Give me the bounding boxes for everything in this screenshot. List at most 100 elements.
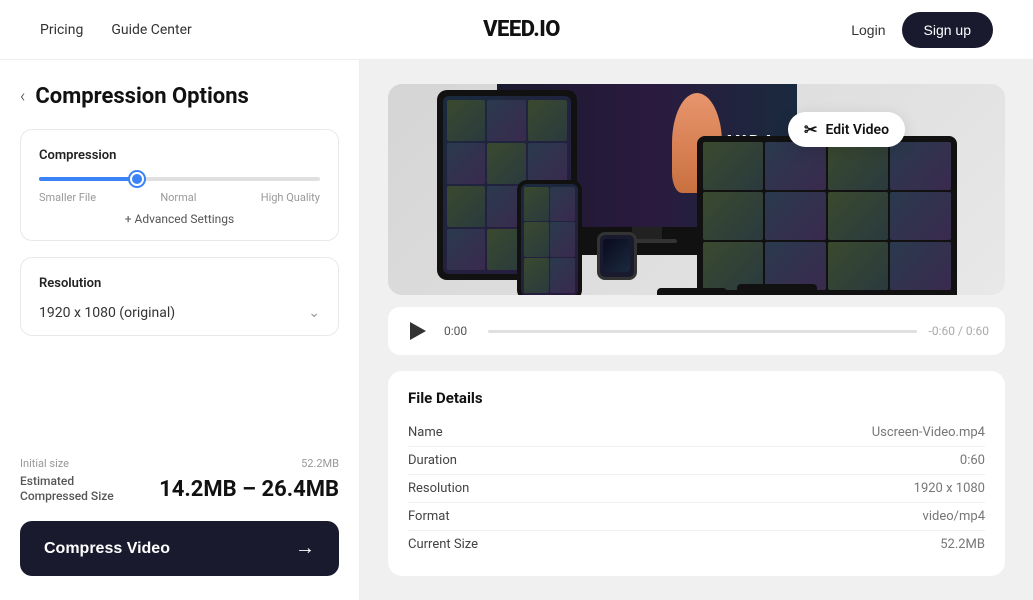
grid-thumb <box>765 192 826 240</box>
grid-thumb <box>890 192 951 240</box>
device-laptop <box>697 136 957 296</box>
chevron-down-icon: ⌄ <box>308 305 320 321</box>
slider-thumb[interactable] <box>130 172 144 186</box>
device-laptop-screen <box>697 136 957 296</box>
grid-thumb <box>703 242 764 290</box>
label-normal: Normal <box>160 191 196 204</box>
video-controls: 0:00 -0:60 / 0:60 <box>388 307 1005 355</box>
resolution-select[interactable]: 1920 x 1080 (original) ⌄ <box>39 305 320 321</box>
file-details-title: File Details <box>408 389 985 407</box>
detail-row: Format video/mp4 <box>408 503 985 531</box>
grid-thumb <box>447 143 486 184</box>
compressed-row: Estimated Compressed Size 14.2MB – 26.4M… <box>20 474 339 505</box>
edit-video-badge[interactable]: ✂ Edit Video <box>788 112 905 147</box>
device-watch-screen <box>603 239 630 273</box>
resolution-label: Resolution <box>39 276 320 291</box>
grid-thumb <box>890 242 951 290</box>
nav-right: Login Sign up <box>851 12 993 48</box>
grid-thumb <box>524 258 549 293</box>
detail-key: Resolution <box>408 481 469 496</box>
time-end: -0:60 / 0:60 <box>929 324 990 338</box>
initial-size-value: 52.2MB <box>301 457 339 470</box>
grid-thumb <box>487 100 526 141</box>
device-watch <box>597 232 637 280</box>
grid-thumb <box>447 186 486 227</box>
detail-value: video/mp4 <box>923 509 985 524</box>
right-panel: VIDA <box>360 60 1033 600</box>
compressed-value: 14.2MB – 26.4MB <box>159 477 339 502</box>
grid-thumb <box>703 142 764 190</box>
back-header: ‹ Compression Options <box>20 84 339 109</box>
nav-guide[interactable]: Guide Center <box>111 22 191 38</box>
nav-logo: VEED.IO <box>483 17 560 42</box>
grid-thumb <box>828 192 889 240</box>
label-high-quality: High Quality <box>261 191 320 204</box>
slider-fill <box>39 177 137 181</box>
compressed-label: Estimated Compressed Size <box>20 474 114 505</box>
detail-row: Current Size 52.2MB <box>408 531 985 558</box>
stats-section: Initial size 52.2MB Estimated Compressed… <box>20 449 339 576</box>
detail-row: Name Uscreen-Video.mp4 <box>408 419 985 447</box>
detail-key: Duration <box>408 453 457 468</box>
progress-bar[interactable] <box>488 330 917 333</box>
page-title: Compression Options <box>35 84 248 109</box>
video-devices-bg: VIDA <box>388 84 1005 295</box>
play-icon <box>410 322 426 340</box>
compress-video-button[interactable]: Compress Video → <box>20 521 339 576</box>
advanced-settings[interactable]: + Advanced Settings <box>39 212 320 226</box>
nav-pricing[interactable]: Pricing <box>40 22 83 38</box>
detail-value: 0:60 <box>960 453 985 468</box>
resolution-card: Resolution 1920 x 1080 (original) ⌄ <box>20 257 339 336</box>
grid-thumb <box>550 187 575 222</box>
grid-thumb <box>550 258 575 293</box>
initial-size-row: Initial size 52.2MB <box>20 457 339 470</box>
detail-value: Uscreen-Video.mp4 <box>872 425 985 440</box>
detail-row: Resolution 1920 x 1080 <box>408 475 985 503</box>
resolution-value: 1920 x 1080 (original) <box>39 305 175 321</box>
device-box-2 <box>737 284 817 296</box>
grid-thumb <box>550 222 575 257</box>
detail-value: 1920 x 1080 <box>914 481 985 496</box>
signup-button[interactable]: Sign up <box>902 12 993 48</box>
scissors-icon: ✂ <box>804 120 817 139</box>
grid-thumb <box>447 100 486 141</box>
compress-btn-label: Compress Video <box>44 540 170 558</box>
grid-thumb <box>765 142 826 190</box>
edit-video-label: Edit Video <box>825 122 889 138</box>
grid-thumb <box>703 192 764 240</box>
slider-track[interactable] <box>39 177 320 181</box>
grid-thumb <box>828 242 889 290</box>
device-box-1 <box>657 288 727 296</box>
slider-labels: Smaller File Normal High Quality <box>39 191 320 204</box>
device-phone-screen <box>521 184 578 296</box>
detail-rows: Name Uscreen-Video.mp4 Duration 0:60 Res… <box>408 419 985 558</box>
main-content: ‹ Compression Options Compression Smalle… <box>0 60 1033 600</box>
label-small-file: Smaller File <box>39 191 96 204</box>
back-arrow[interactable]: ‹ <box>20 86 25 107</box>
play-button[interactable] <box>404 317 432 345</box>
device-phone <box>517 180 582 296</box>
grid-thumb <box>765 242 826 290</box>
detail-row: Duration 0:60 <box>408 447 985 475</box>
grid-thumb <box>487 143 526 184</box>
nav-left: Pricing Guide Center <box>40 22 192 38</box>
slider-container[interactable]: Smaller File Normal High Quality <box>39 177 320 204</box>
initial-size-label: Initial size <box>20 457 69 470</box>
detail-key: Name <box>408 425 443 440</box>
detail-key: Format <box>408 509 450 524</box>
grid-thumb <box>447 229 486 270</box>
grid-thumb <box>828 142 889 190</box>
time-current: 0:00 <box>444 324 476 338</box>
video-preview: VIDA <box>388 84 1005 295</box>
navbar: Pricing Guide Center VEED.IO Login Sign … <box>0 0 1033 60</box>
grid-thumb <box>528 143 567 184</box>
grid-thumb <box>524 187 549 222</box>
grid-thumb <box>890 142 951 190</box>
left-panel: ‹ Compression Options Compression Smalle… <box>0 60 360 600</box>
detail-key: Current Size <box>408 537 478 552</box>
file-details: File Details Name Uscreen-Video.mp4 Dura… <box>388 371 1005 576</box>
login-button[interactable]: Login <box>851 22 885 38</box>
grid-thumb <box>528 100 567 141</box>
grid-thumb <box>524 222 549 257</box>
detail-value: 52.2MB <box>940 537 985 552</box>
